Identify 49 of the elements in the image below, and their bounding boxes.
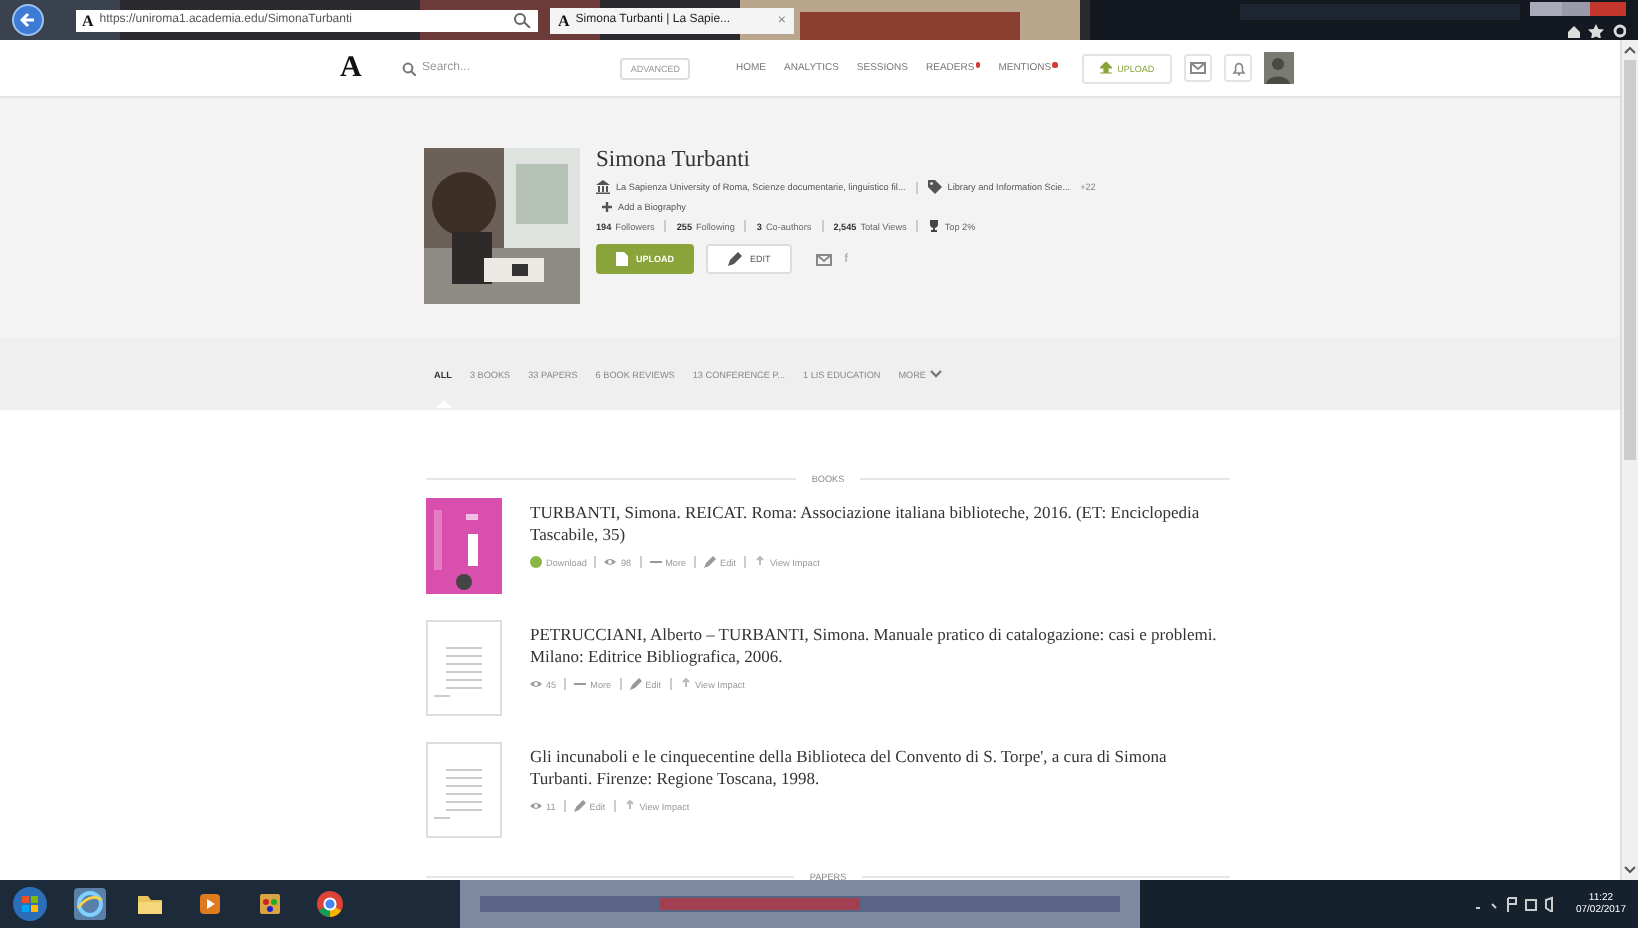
search-icon [402, 61, 416, 75]
book-cover-thumbnail[interactable] [426, 498, 502, 594]
building-icon [596, 180, 610, 194]
pencil-icon [629, 678, 642, 690]
dash-icon [574, 678, 587, 690]
eye-icon [530, 678, 542, 690]
arrow-up-icon [753, 556, 766, 568]
arrow-up-icon [679, 678, 692, 690]
work-title-link[interactable]: Gli incunaboli e le cinquecentine della Biblioteca del Convento di S. Torpe', a cura di Simona Turbanti. Firenze: Regione Toscana, 1998. [530, 746, 1230, 790]
trophy-icon [928, 220, 941, 232]
toolbar-icons[interactable] [1566, 24, 1626, 38]
arrow-up-icon [623, 800, 636, 812]
pencil-icon [704, 556, 717, 568]
search-icon[interactable] [512, 12, 532, 28]
eye-icon [604, 556, 617, 568]
tray-icons[interactable] [1475, 896, 1556, 912]
logo[interactable]: A [340, 51, 384, 85]
document-icon [616, 252, 628, 266]
work-title-link[interactable]: PETRUCCIANI, Alberto – TURBANTI, Simona. Manuale pratico di catalogazione: casi e problemi. Milano: Editrice Bibliografica, 2006. [530, 624, 1230, 668]
browser-icon[interactable] [312, 886, 348, 922]
messages-button[interactable] [1184, 54, 1213, 82]
pencil-icon [573, 800, 586, 812]
eye-icon [530, 800, 542, 812]
site-icon: A [558, 11, 570, 29]
site-icon: A [82, 11, 94, 29]
notifications-button[interactable] [1224, 54, 1253, 82]
notification-dot [975, 62, 981, 67]
chevron-down-icon [930, 370, 942, 378]
document-thumbnail[interactable] [426, 620, 502, 716]
notification-dot [1052, 62, 1058, 67]
scrollbar[interactable] [1620, 40, 1638, 880]
document-thumbnail[interactable] [426, 742, 502, 838]
start-button[interactable] [12, 886, 48, 922]
avatar-icon[interactable] [1264, 52, 1295, 84]
envelope-icon [1190, 62, 1207, 74]
scroll-down-icon [1624, 866, 1636, 874]
tag-icon [927, 180, 942, 194]
pencil-icon [728, 252, 742, 266]
scroll-up-icon [1624, 46, 1636, 54]
profile-name: Simona Turbanti [596, 148, 753, 172]
plus-icon [602, 202, 612, 212]
envelope-icon[interactable] [816, 253, 833, 265]
bell-icon [1231, 61, 1246, 75]
dot-icon [530, 556, 542, 568]
dash-icon [649, 556, 662, 568]
globe-icon[interactable] [72, 886, 108, 922]
back-arrow-icon [20, 12, 36, 28]
work-title-link[interactable]: TURBANTI, Simona. REICAT. Roma: Associazione italiana biblioteche, 2016. (ET: Enciclopedia Tascabile, 35) [530, 502, 1230, 546]
upload-icon [1099, 62, 1112, 74]
